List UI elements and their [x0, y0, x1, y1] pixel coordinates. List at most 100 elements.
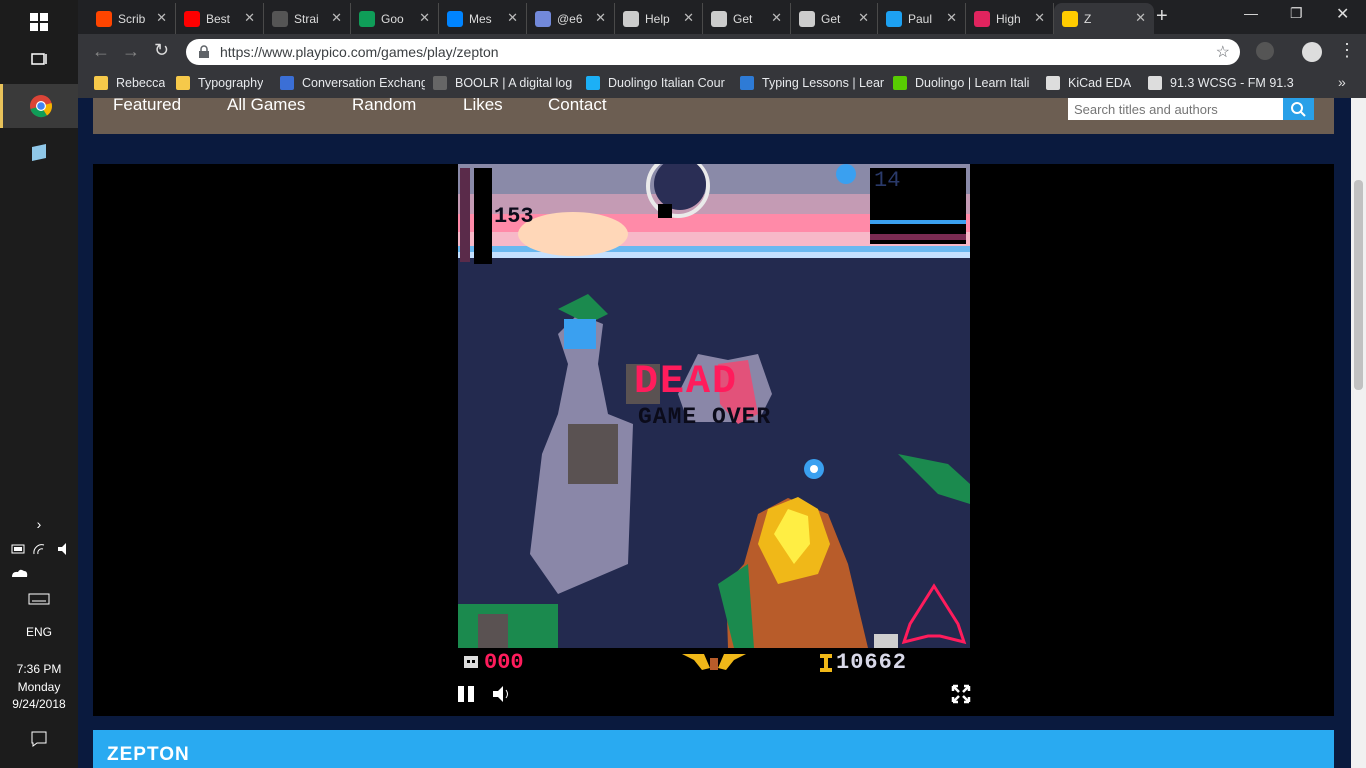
- close-tab-icon[interactable]: ✕: [507, 10, 518, 26]
- close-tab-icon[interactable]: ✕: [946, 10, 957, 26]
- chrome-taskbar-button[interactable]: [0, 84, 78, 128]
- pause-icon: [458, 686, 474, 702]
- fuel-readout: 14: [874, 168, 901, 193]
- bookmark-item[interactable]: Typing Lessons | Lear: [740, 76, 884, 90]
- tab-title: Mes: [469, 11, 492, 26]
- close-tab-icon[interactable]: ✕: [419, 10, 430, 26]
- tab-6[interactable]: Help ✕: [615, 3, 703, 34]
- tab-title: Paul: [908, 11, 933, 26]
- close-tab-icon[interactable]: ✕: [683, 10, 694, 26]
- sound-button[interactable]: [493, 686, 511, 707]
- forward-button[interactable]: →: [122, 41, 140, 62]
- tab-title: @e6: [557, 11, 583, 26]
- nav-all-games[interactable]: All Games: [227, 98, 305, 115]
- tab-10[interactable]: High ✕: [966, 3, 1054, 34]
- tab-0[interactable]: Scrib ✕: [88, 3, 176, 34]
- close-tab-icon[interactable]: ✕: [1135, 10, 1146, 26]
- bookmark-item[interactable]: KiCad EDA: [1046, 76, 1131, 90]
- close-tab-icon[interactable]: ✕: [771, 10, 782, 26]
- restore-button[interactable]: ❐: [1290, 5, 1303, 22]
- bookmark-label: Rebecca: [116, 76, 166, 90]
- page-content: Featured All Games Random Likes Contact: [78, 98, 1351, 768]
- nav-random[interactable]: Random: [352, 98, 416, 115]
- nav-likes[interactable]: Likes: [463, 98, 503, 115]
- tab-1[interactable]: Best ✕: [176, 3, 264, 34]
- fullscreen-icon: [951, 684, 971, 704]
- more-bookmarks-icon[interactable]: »: [1338, 74, 1346, 90]
- fullscreen-button[interactable]: [951, 684, 971, 709]
- task-view-icon: [31, 53, 47, 65]
- altitude-readout: 153: [494, 204, 534, 229]
- bookmark-item[interactable]: BOOLR | A digital log: [433, 76, 572, 90]
- youtube-icon: [184, 10, 200, 27]
- clock-time[interactable]: 7:36 PM: [0, 662, 78, 676]
- task-view-button[interactable]: [0, 38, 78, 82]
- pause-button[interactable]: [458, 684, 476, 709]
- extension-icon[interactable]: [1256, 42, 1274, 60]
- tray-icons[interactable]: [0, 540, 78, 561]
- nav-contact[interactable]: Contact: [548, 98, 607, 115]
- tab-8[interactable]: Get ✕: [791, 3, 878, 34]
- tab-3[interactable]: Goo ✕: [351, 3, 439, 34]
- language-indicator[interactable]: ENG: [0, 625, 78, 639]
- nav-featured[interactable]: Featured: [113, 98, 181, 115]
- game-title: ZEPTON: [107, 744, 190, 765]
- tab-title: Scrib: [118, 11, 146, 26]
- new-tab-button[interactable]: +: [1156, 5, 1168, 28]
- scrollbar-thumb[interactable]: [1354, 180, 1363, 390]
- hangouts-icon: [359, 10, 375, 27]
- page-scrollbar[interactable]: [1351, 98, 1366, 768]
- speaker-icon: [493, 686, 508, 702]
- search-button[interactable]: [1283, 98, 1314, 120]
- keyboard-icon[interactable]: [0, 592, 78, 609]
- bookmark-item[interactable]: Rebecca: [94, 76, 165, 90]
- tab-2[interactable]: Strai ✕: [264, 3, 351, 34]
- coin-icon: [820, 654, 832, 672]
- back-button[interactable]: ←: [92, 41, 110, 62]
- close-window-button[interactable]: ✕: [1336, 4, 1349, 24]
- chevron-up-icon[interactable]: ›: [0, 516, 78, 532]
- bookmark-item[interactable]: Duolingo | Learn Itali: [893, 76, 1029, 90]
- tab-11[interactable]: Z ✕: [1054, 3, 1154, 34]
- address-bar[interactable]: https://www.playpico.com/games/play/zept…: [186, 39, 1240, 65]
- minimize-button[interactable]: —: [1244, 5, 1258, 21]
- app-taskbar-button[interactable]: [0, 130, 78, 174]
- lives-counter: 000: [484, 650, 524, 675]
- onedrive-icon[interactable]: [0, 565, 78, 584]
- tab-7[interactable]: Get ✕: [703, 3, 791, 34]
- windows-icon: [30, 13, 48, 31]
- tab-5[interactable]: @e6 ✕: [527, 3, 615, 34]
- bookmark-star-icon[interactable]: ☆: [1216, 42, 1230, 62]
- t-icon: [740, 76, 754, 90]
- close-tab-icon[interactable]: ✕: [331, 10, 342, 26]
- skull-icon: [464, 656, 478, 668]
- bookmark-label: Typing Lessons | Lear: [762, 76, 885, 90]
- reload-button[interactable]: ↻: [154, 40, 169, 61]
- tab-title: Get: [821, 11, 841, 26]
- profile-avatar[interactable]: [1302, 42, 1322, 62]
- windows-taskbar: › ENG 7:36 PM Monday 9/24/2018: [0, 0, 78, 768]
- bookmark-item[interactable]: Duolingo Italian Cour: [586, 76, 725, 90]
- close-tab-icon[interactable]: ✕: [244, 10, 255, 26]
- url-text: https://www.playpico.com/games/play/zept…: [220, 44, 499, 60]
- bookmark-item[interactable]: Conversation Exchang: [280, 76, 425, 90]
- bookmark-item[interactable]: 91.3 WCSG - FM 91.3: [1148, 76, 1294, 90]
- chrome-window: Scrib ✕ Best ✕ Strai ✕ Goo ✕ Mes ✕ @e6 ✕ Help ✕ Get ✕ Ge…: [78, 0, 1366, 768]
- pico-icon: [1062, 10, 1078, 27]
- menu-kebab-icon[interactable]: ⋮: [1338, 40, 1356, 61]
- bookmark-label: Conversation Exchang: [302, 76, 425, 90]
- close-tab-icon[interactable]: ✕: [156, 10, 167, 26]
- close-tab-icon[interactable]: ✕: [595, 10, 606, 26]
- close-tab-icon[interactable]: ✕: [1034, 10, 1045, 26]
- search-input[interactable]: [1068, 98, 1283, 120]
- tab-9[interactable]: Paul ✕: [878, 3, 966, 34]
- wings-emblem-icon: [682, 654, 746, 670]
- game-canvas[interactable]: 153 14 DEAD GAME OVER: [458, 164, 970, 648]
- close-tab-icon[interactable]: ✕: [858, 10, 869, 26]
- bookmark-item[interactable]: Typography: [176, 76, 263, 90]
- tab-4[interactable]: Mes ✕: [439, 3, 527, 34]
- owl-icon: [893, 76, 907, 90]
- notifications-icon[interactable]: [0, 730, 78, 751]
- game-over-text: GAME OVER: [638, 404, 772, 430]
- k-icon: [1046, 76, 1060, 90]
